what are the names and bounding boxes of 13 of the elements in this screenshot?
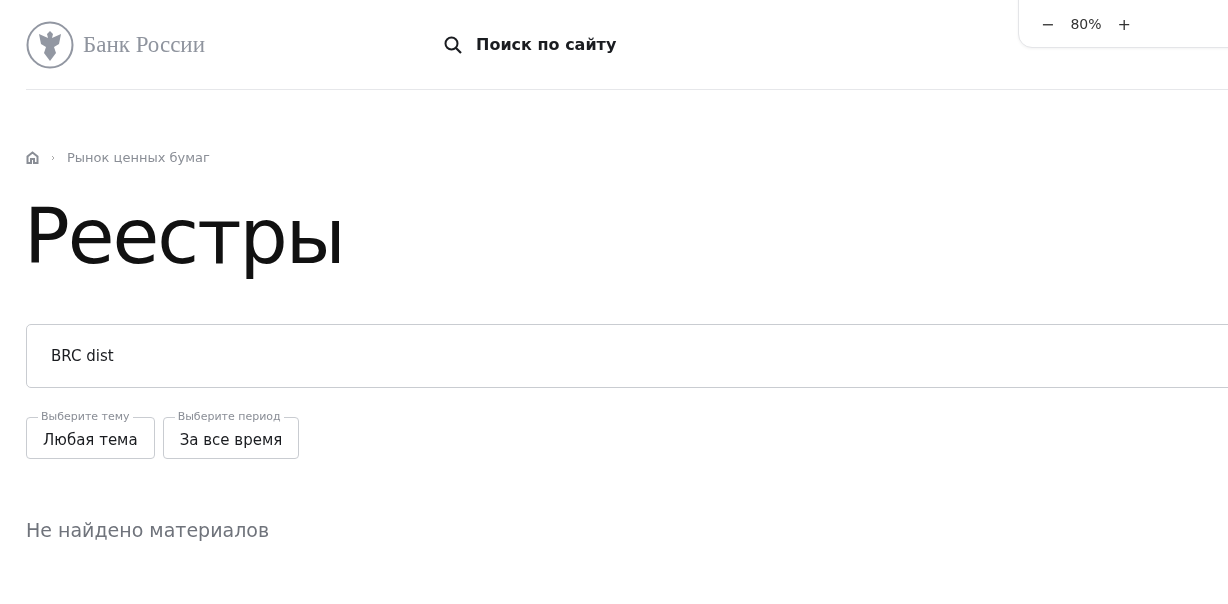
chevron-icon — [51, 154, 55, 161]
filter-label: Выберите тему — [38, 410, 133, 425]
page-title: Реестры — [24, 191, 345, 283]
zoom-out-button[interactable]: − — [1039, 14, 1057, 34]
filter-label: Выберите период — [174, 410, 284, 425]
zoom-level: 80% — [1070, 16, 1102, 32]
home-icon[interactable] — [26, 151, 39, 164]
emblem-icon — [26, 20, 74, 69]
empty-message: Не найдено материалов — [26, 519, 271, 542]
site-search-button[interactable]: Поиск по сайту — [444, 35, 617, 54]
search-field[interactable]: BRC dist — [26, 324, 1228, 389]
search-icon — [444, 35, 462, 54]
zoom-in-button[interactable]: + — [1115, 14, 1133, 34]
